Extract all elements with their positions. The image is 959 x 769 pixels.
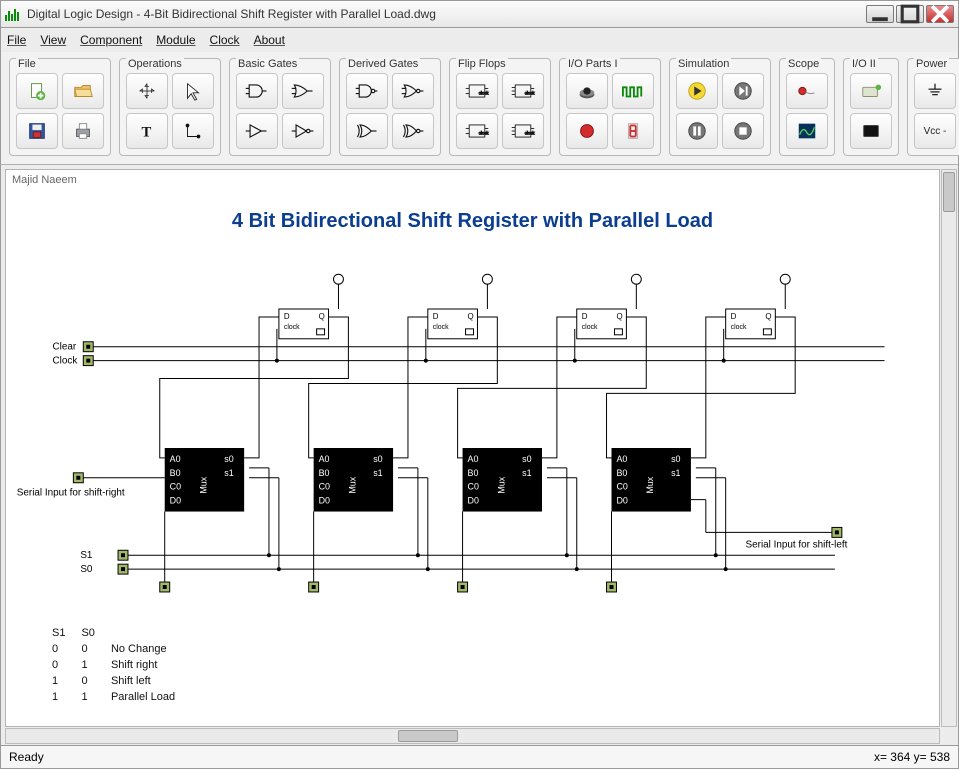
flipflop-d-button[interactable]: clock [456,73,498,109]
window-maximize-button[interactable] [896,5,924,23]
toolgroup-file-label: File [16,58,38,70]
and-gate-button[interactable] [236,73,278,109]
nand-gate-button[interactable] [346,73,388,109]
sim-pause-button[interactable] [676,113,718,149]
menu-bar: File View Component Module Clock About [0,28,959,52]
toolgroup-flip-flops-label: Flip Flops [456,58,508,70]
probe-button[interactable] [786,73,828,109]
toolgroup-basic-gates-label: Basic Gates [236,58,299,70]
xnor-gate-button[interactable] [392,113,434,149]
sim-step-button[interactable] [722,73,764,109]
led-red-button[interactable] [566,113,608,149]
toolgroup-file: File [9,58,111,156]
file-print-button[interactable] [62,113,104,149]
file-save-button[interactable] [16,113,58,149]
menu-clock[interactable]: Clock [210,33,240,47]
svg-text:S1: S1 [80,550,93,561]
window-title: Digital Logic Design - 4-Bit Bidirection… [27,7,860,21]
move-tool-button[interactable] [126,73,168,109]
toolgroup-derived-gates: Derived Gates [339,58,441,156]
toolgroup-power: Power Vcc - [907,58,959,156]
toolgroup-io-1: I/O Parts I [559,58,661,156]
design-canvas[interactable]: Majid Naeem 4 Bit Bidirectional Shift Re… [5,169,940,727]
toolgroup-scope-label: Scope [786,58,821,70]
seven-segment-button[interactable] [612,113,654,149]
file-open-button[interactable] [62,73,104,109]
svg-text:clock: clock [479,130,490,135]
switch-button[interactable] [566,73,608,109]
toolgroup-simulation: Simulation [669,58,771,156]
keyboard-input-button[interactable] [850,73,892,109]
sim-play-button[interactable] [676,73,718,109]
svg-text:Serial Input for shift-right: Serial Input for shift-right [17,488,125,499]
app-icon [5,7,21,21]
svg-text:T: T [142,125,152,141]
svg-text:S0: S0 [80,564,93,575]
select-tool-button[interactable] [172,73,214,109]
nor-gate-button[interactable] [392,73,434,109]
toolgroup-scope: Scope [779,58,835,156]
menu-about[interactable]: About [254,33,285,47]
file-new-button[interactable] [16,73,58,109]
window-minimize-button[interactable] [866,5,894,23]
text-tool-button[interactable]: T [126,113,168,149]
menu-module[interactable]: Module [156,33,195,47]
svg-text:clock: clock [525,90,536,95]
toolgroup-io-2: I/O II [843,58,899,156]
window-titlebar: Digital Logic Design - 4-Bit Bidirection… [0,0,959,28]
not-gate-button[interactable] [282,113,324,149]
toolgroup-power-label: Power [914,58,949,70]
vcc-label: Vcc - [924,126,947,137]
flipflop-sr-button[interactable]: clock [502,113,544,149]
workspace: Majid Naeem 4 Bit Bidirectional Shift Re… [0,165,959,745]
xor-gate-button[interactable] [346,113,388,149]
toolgroup-flip-flops: Flip Flops clock clock clock clock [449,58,551,156]
status-text: Ready [9,750,44,764]
svg-text:clock: clock [479,90,490,95]
or-gate-button[interactable] [282,73,324,109]
status-coords: x= 364 y= 538 [874,750,950,764]
display-output-button[interactable] [850,113,892,149]
truth-table: S1 S0 00No Change 01Shift right 10Shift … [46,624,187,706]
toolgroup-simulation-label: Simulation [676,58,731,70]
menu-component[interactable]: Component [80,33,142,47]
svg-text:Clear: Clear [53,342,77,353]
svg-text:Serial Input for shift-left: Serial Input for shift-left [746,539,848,550]
scope-view-button[interactable] [786,113,828,149]
toolgroup-operations: Operations T [119,58,221,156]
status-bar: Ready x= 364 y= 538 [0,745,959,769]
flipflop-t-button[interactable]: clock [456,113,498,149]
flipflop-jk-button[interactable]: clock [502,73,544,109]
toolbar-area: File Operations T Basic Gates Derived Ga… [0,52,959,165]
horizontal-scrollbar[interactable] [5,728,940,744]
toolgroup-io-2-label: I/O II [850,58,878,70]
svg-text:Clock: Clock [53,356,78,367]
toolgroup-basic-gates: Basic Gates [229,58,331,156]
vcc-button[interactable]: Vcc - [914,113,956,149]
window-close-button[interactable] [926,5,954,23]
menu-view[interactable]: View [40,33,66,47]
pulse-source-button[interactable] [612,73,654,109]
svg-text:clock: clock [525,130,536,135]
buffer-gate-button[interactable] [236,113,278,149]
toolgroup-operations-label: Operations [126,58,184,70]
toolgroup-derived-gates-label: Derived Gates [346,58,420,70]
ground-button[interactable] [914,73,956,109]
wire-tool-button[interactable] [172,113,214,149]
sim-stop-button[interactable] [722,113,764,149]
vertical-scrollbar[interactable] [941,169,957,727]
menu-file[interactable]: File [7,33,26,47]
toolgroup-io-1-label: I/O Parts I [566,58,620,70]
